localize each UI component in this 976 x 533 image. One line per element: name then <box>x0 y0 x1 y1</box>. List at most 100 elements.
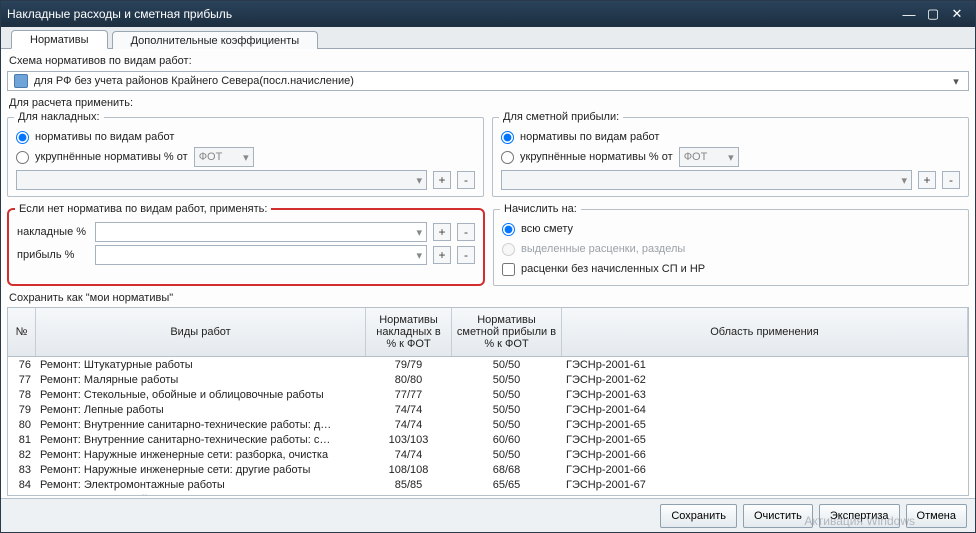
cell-profit: 60/60 <box>452 494 562 496</box>
cell-num: 82 <box>8 449 36 461</box>
close-button[interactable]: ✕ <box>945 5 969 23</box>
charge-radio-selected-label: выделенные расценки, разделы <box>521 243 685 255</box>
overhead-value-combo[interactable]: ▾ <box>16 170 427 190</box>
cell-num: 83 <box>8 464 36 476</box>
cell-overhead: 79/79 <box>366 359 452 371</box>
cell-profit: 68/68 <box>452 464 562 476</box>
cell-num: 81 <box>8 434 36 446</box>
profit-plus-button[interactable]: + <box>918 171 936 189</box>
group-charge-legend: Начислить на: <box>500 203 581 215</box>
chevron-down-icon: ▾ <box>416 226 422 239</box>
profit-pct-minus-button[interactable]: - <box>457 246 475 264</box>
save-as-my-normatives-label[interactable]: Сохранить как "мои нормативы" <box>9 292 969 304</box>
grid-body[interactable]: 76Ремонт: Штукатурные работы79/7950/50ГЭ… <box>8 357 968 495</box>
cancel-button[interactable]: Отмена <box>906 504 967 528</box>
cell-overhead: 85/85 <box>366 479 452 491</box>
cell-overhead: 104/104 <box>366 494 452 496</box>
col-num[interactable]: № <box>8 308 36 356</box>
table-row[interactable]: 84Ремонт: Электромонтажные работы85/8565… <box>8 477 968 492</box>
profit-fot-combo[interactable]: ФОТ▾ <box>679 147 739 167</box>
overhead-pct-plus-button[interactable]: + <box>433 223 451 241</box>
group-profit: Для сметной прибыли: нормативы по видам … <box>492 111 969 197</box>
tab-bar: Нормативы Дополнительные коэффициенты <box>1 27 975 49</box>
cell-area: ГЭСНр-2001-64 <box>562 404 968 416</box>
cell-work: Ремонт: Лепные работы <box>36 404 366 416</box>
cell-num: 76 <box>8 359 36 371</box>
overhead-plus-button[interactable]: + <box>433 171 451 189</box>
cell-overhead: 74/74 <box>366 419 452 431</box>
grid-header: № Виды работ Нормативы накладных в % к Ф… <box>8 308 968 357</box>
cell-area: ГЭСНр-2001-68 <box>562 494 968 496</box>
group-overhead-legend: Для накладных: <box>14 111 104 123</box>
group-charge: Начислить на: всю смету выделенные расце… <box>493 203 969 286</box>
tab-extra-coeff[interactable]: Дополнительные коэффициенты <box>112 31 319 49</box>
cell-profit: 50/50 <box>452 374 562 386</box>
cell-profit: 50/50 <box>452 359 562 371</box>
profit-radio-aggregate-label: укрупнённые нормативы % от <box>520 151 673 163</box>
cell-work: Ремонт: Внутренние санитарно-технические… <box>36 419 366 431</box>
profit-radio-kinds[interactable] <box>501 131 514 144</box>
table-row[interactable]: 85Ремонт: Благоустройство104/10460/60ГЭС… <box>8 492 968 495</box>
cell-area: ГЭСНр-2001-62 <box>562 374 968 386</box>
cell-work: Ремонт: Штукатурные работы <box>36 359 366 371</box>
table-row[interactable]: 79Ремонт: Лепные работы74/7450/50ГЭСНр-2… <box>8 402 968 417</box>
cell-num: 80 <box>8 419 36 431</box>
col-overhead-pct[interactable]: Нормативы накладных в % к ФОТ <box>366 308 452 356</box>
profit-radio-kinds-label: нормативы по видам работ <box>520 131 659 143</box>
table-row[interactable]: 83Ремонт: Наружные инженерные сети: друг… <box>8 462 968 477</box>
charge-check-no-sp-nr[interactable] <box>502 263 515 276</box>
cell-work: Ремонт: Малярные работы <box>36 374 366 386</box>
overhead-pct-combo[interactable]: ▾ <box>95 222 427 242</box>
tab-normatives[interactable]: Нормативы <box>11 30 108 49</box>
table-row[interactable]: 82Ремонт: Наружные инженерные сети: разб… <box>8 447 968 462</box>
cell-num: 77 <box>8 374 36 386</box>
cell-area: ГЭСНр-2001-67 <box>562 479 968 491</box>
cell-area: ГЭСНр-2001-65 <box>562 419 968 431</box>
col-profit-pct[interactable]: Нормативы сметной прибыли в % к ФОТ <box>452 308 562 356</box>
clear-button[interactable]: Очистить <box>743 504 813 528</box>
cell-overhead: 80/80 <box>366 374 452 386</box>
minimize-button[interactable]: — <box>897 5 921 23</box>
group-overhead: Для накладных: нормативы по видам работ … <box>7 111 484 197</box>
book-icon <box>14 74 28 88</box>
profit-pct-plus-button[interactable]: + <box>433 246 451 264</box>
cell-work: Ремонт: Наружные инженерные сети: разбор… <box>36 449 366 461</box>
table-row[interactable]: 76Ремонт: Штукатурные работы79/7950/50ГЭ… <box>8 357 968 372</box>
table-row[interactable]: 77Ремонт: Малярные работы80/8050/50ГЭСНр… <box>8 372 968 387</box>
chevron-down-icon: ▾ <box>728 151 734 164</box>
profit-pct-combo[interactable]: ▾ <box>95 245 427 265</box>
overhead-radio-kinds-label: нормативы по видам работ <box>35 131 174 143</box>
col-work[interactable]: Виды работ <box>36 308 366 356</box>
profit-value-combo[interactable]: ▾ <box>501 170 912 190</box>
col-area[interactable]: Область применения <box>562 308 968 356</box>
chevron-down-icon: ▾ <box>948 75 964 88</box>
titlebar: Накладные расходы и сметная прибыль — ▢ … <box>1 1 975 27</box>
save-button[interactable]: Сохранить <box>660 504 737 528</box>
cell-overhead: 74/74 <box>366 404 452 416</box>
cell-num: 84 <box>8 479 36 491</box>
overhead-minus-button[interactable]: - <box>457 171 475 189</box>
overhead-fot-combo[interactable]: ФОТ▾ <box>194 147 254 167</box>
expertise-button[interactable]: Экспертиза <box>819 504 900 528</box>
cell-area: ГЭСНр-2001-65 <box>562 434 968 446</box>
overhead-pct-minus-button[interactable]: - <box>457 223 475 241</box>
table-row[interactable]: 80Ремонт: Внутренние санитарно-техническ… <box>8 417 968 432</box>
overhead-pct-label: накладные % <box>17 226 89 238</box>
scheme-combo[interactable]: для РФ без учета районов Крайнего Севера… <box>7 71 969 91</box>
cell-overhead: 103/103 <box>366 434 452 446</box>
chevron-down-icon: ▾ <box>243 151 249 164</box>
profit-pct-label: прибыль % <box>17 249 89 261</box>
charge-radio-all[interactable] <box>502 223 515 236</box>
table-row[interactable]: 81Ремонт: Внутренние санитарно-техническ… <box>8 432 968 447</box>
profit-minus-button[interactable]: - <box>942 171 960 189</box>
cell-work: Ремонт: Благоустройство <box>36 494 366 496</box>
group-profit-legend: Для сметной прибыли: <box>499 111 623 123</box>
profit-radio-aggregate[interactable] <box>501 151 514 164</box>
maximize-button[interactable]: ▢ <box>921 5 945 23</box>
overhead-radio-kinds[interactable] <box>16 131 29 144</box>
charge-check-no-sp-nr-label: расценки без начисленных СП и НР <box>521 263 705 275</box>
cell-work: Ремонт: Стекольные, обойные и облицовочн… <box>36 389 366 401</box>
overhead-radio-aggregate[interactable] <box>16 151 29 164</box>
grid: № Виды работ Нормативы накладных в % к Ф… <box>7 307 969 496</box>
table-row[interactable]: 78Ремонт: Стекольные, обойные и облицово… <box>8 387 968 402</box>
